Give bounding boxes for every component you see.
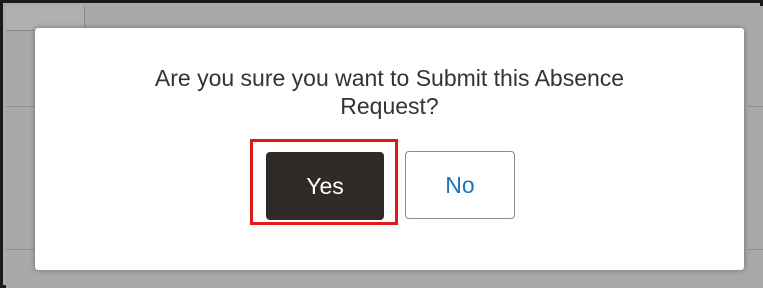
background-divider (6, 249, 38, 250)
confirm-dialog: Are you sure you want to Submit this Abs… (35, 28, 744, 270)
background-divider (6, 106, 38, 107)
no-button[interactable]: No (405, 151, 515, 219)
background-divider (747, 249, 763, 250)
dialog-message-line-1: Are you sure you want to Submit this Abs… (154, 65, 625, 91)
background-divider (747, 106, 763, 107)
dialog-message-line-2: Request? (340, 93, 439, 119)
dialog-message: Are you sure you want to Submit this Abs… (35, 64, 744, 120)
yes-button[interactable]: Yes (266, 152, 384, 220)
